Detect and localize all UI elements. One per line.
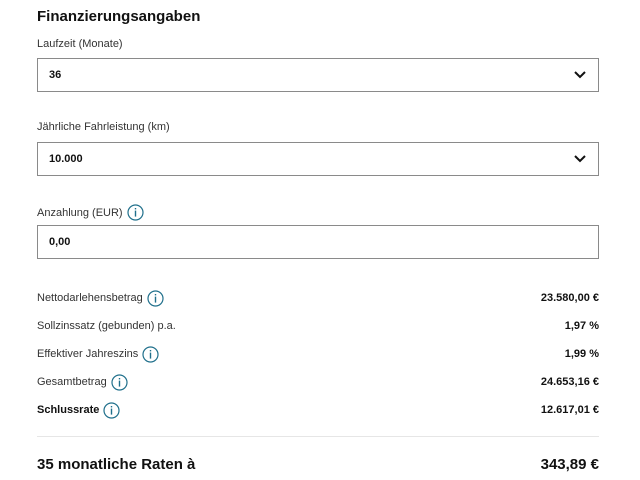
summary-row-gesamtbetrag: Gesamtbetrag 24.653,16 € — [37, 373, 599, 391]
fahrleistung-label: Jährliche Fahrleistung (km) — [37, 121, 170, 133]
monthly-rate-total: 35 monatliche Raten à 343,89 € — [37, 456, 599, 473]
summary-value: 24.653,16 € — [540, 376, 599, 388]
summary-value: 23.580,00 € — [540, 292, 599, 304]
chevron-down-icon — [573, 152, 587, 166]
summary-value: 12.617,01 € — [540, 404, 599, 416]
summary-row-nettodarlehensbetrag: Nettodarlehensbetrag 23.580,00 € — [37, 289, 599, 307]
summary-row-effektiver-jahreszins: Effektiver Jahreszins 1,99 % — [37, 345, 599, 363]
info-icon[interactable] — [126, 204, 144, 221]
info-icon[interactable] — [147, 289, 164, 307]
anzahlung-label-text: Anzahlung (EUR) — [37, 206, 123, 219]
divider — [37, 436, 599, 437]
chevron-down-icon — [573, 68, 587, 82]
info-icon[interactable] — [142, 345, 159, 363]
summary-row-schlussrate: Schlussrate 12.617,01 € — [37, 401, 599, 419]
summary-label: Nettodarlehensbetrag — [37, 292, 143, 304]
summary-label: Schlussrate — [37, 404, 100, 416]
laufzeit-select[interactable]: 36 — [37, 58, 599, 92]
total-value: 343,89 € — [540, 456, 599, 473]
summary-row-sollzinssatz: Sollzinssatz (gebunden) p.a. 1,97 % — [37, 317, 599, 335]
summary-label: Effektiver Jahreszins — [37, 348, 139, 360]
fahrleistung-label-text: Jährliche Fahrleistung (km) — [37, 121, 170, 133]
fahrleistung-value: 10.000 — [49, 153, 83, 165]
section-title: Finanzierungsangaben — [37, 8, 201, 25]
summary-value: 1,97 % — [564, 320, 599, 332]
laufzeit-value: 36 — [49, 69, 62, 81]
anzahlung-value: 0,00 — [49, 236, 71, 248]
summary-label: Sollzinssatz (gebunden) p.a. — [37, 320, 176, 332]
anzahlung-input[interactable]: 0,00 — [37, 225, 599, 259]
summary-value: 1,99 % — [564, 348, 599, 360]
total-label: 35 monatliche Raten à — [37, 456, 196, 473]
summary-label: Gesamtbetrag — [37, 376, 107, 388]
info-icon[interactable] — [111, 373, 128, 391]
laufzeit-label: Laufzeit (Monate) — [37, 38, 123, 50]
laufzeit-label-text: Laufzeit (Monate) — [37, 38, 123, 50]
info-icon[interactable] — [103, 401, 120, 419]
anzahlung-label: Anzahlung (EUR) — [37, 204, 144, 221]
fahrleistung-select[interactable]: 10.000 — [37, 142, 599, 176]
